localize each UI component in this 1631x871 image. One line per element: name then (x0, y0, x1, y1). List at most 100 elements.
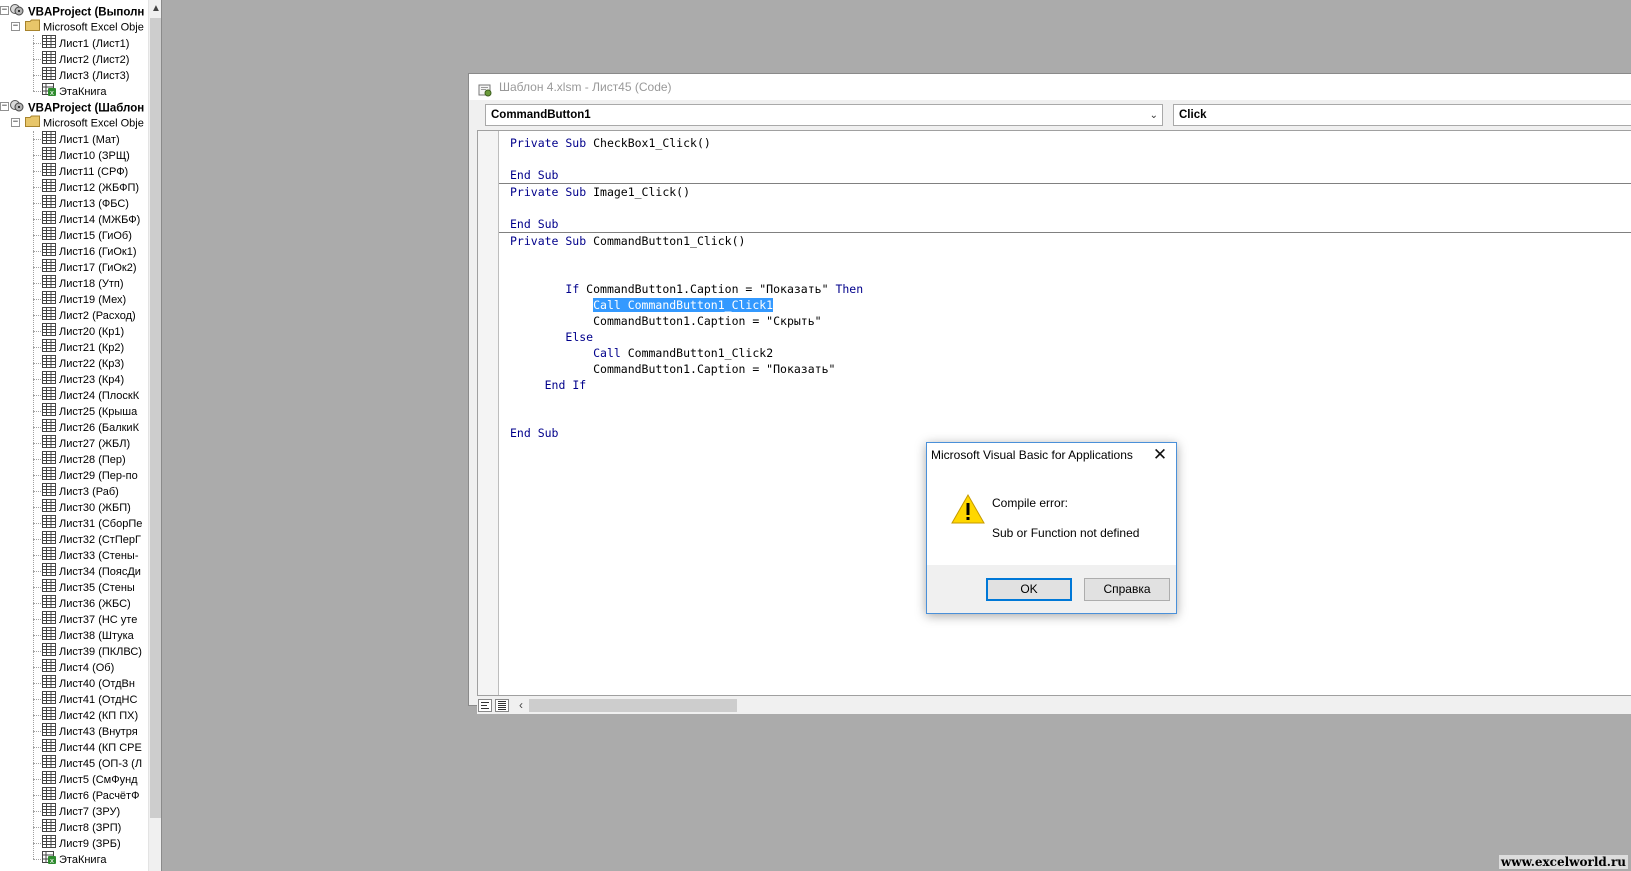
code-line[interactable] (510, 265, 1631, 281)
tree-item[interactable]: Лист24 (ПлоскК (42, 387, 148, 403)
warning-icon (951, 493, 985, 528)
tree-item[interactable]: Лист19 (Мех) (42, 291, 148, 307)
code-window-titlebar[interactable]: Шаблон 4.xlsm - Лист45 (Code) (469, 74, 1631, 100)
tree-item[interactable]: Лист37 (НС уте (42, 611, 148, 627)
tree-item-label: Лист30 (ЖБП) (59, 501, 131, 514)
code-line[interactable]: Call CommandButton1_Click1 (510, 297, 1631, 313)
tree-item-label: Лист35 (Стены (59, 581, 135, 594)
tree-item[interactable]: Лист5 (СмФунд (42, 771, 148, 787)
folder-expander-icon[interactable]: − (11, 22, 20, 31)
ok-button[interactable]: OK (986, 578, 1072, 601)
full-module-view-icon[interactable] (495, 699, 509, 712)
tree-item[interactable]: Лист42 (КП ПХ) (42, 707, 148, 723)
worksheet-icon (42, 291, 56, 307)
code-line[interactable]: Private Sub CommandButton1_Click() (510, 233, 1631, 249)
code-line[interactable]: Call CommandButton1_Click2 (510, 345, 1631, 361)
tree-item[interactable]: Лист1 (Мат) (42, 131, 148, 147)
worksheet-icon (42, 579, 56, 595)
tree-item[interactable]: Лист43 (Внутря (42, 723, 148, 739)
tree-item[interactable]: x ЭтаКнига (42, 83, 148, 99)
tree-item[interactable]: Лист2 (Расход) (42, 307, 148, 323)
code-line[interactable] (510, 409, 1631, 425)
code-line[interactable] (510, 393, 1631, 409)
tree-item[interactable]: Лист6 (РасчётФ (42, 787, 148, 803)
tree-item[interactable]: Лист44 (КП СРЕ (42, 739, 148, 755)
tree-item[interactable]: Лист7 (ЗРУ) (42, 803, 148, 819)
code-line[interactable] (510, 151, 1631, 167)
tree-item[interactable]: Лист20 (Кр1) (42, 323, 148, 339)
code-line[interactable]: End Sub (510, 425, 1631, 441)
tree-item[interactable]: Лист40 (ОтдВн (42, 675, 148, 691)
tree-scroll-thumb[interactable] (150, 18, 161, 818)
tree-item[interactable]: Лист12 (ЖБФП) (42, 179, 148, 195)
tree-item[interactable]: Лист30 (ЖБП) (42, 499, 148, 515)
procedure-view-icon[interactable] (478, 699, 492, 712)
tree-item[interactable]: Лист18 (Утп) (42, 275, 148, 291)
tree-item[interactable]: Лист29 (Пер-по (42, 467, 148, 483)
tree-item[interactable]: Лист23 (Кр4) (42, 371, 148, 387)
tree-item[interactable]: Лист36 (ЖБС) (42, 595, 148, 611)
tree-item[interactable]: Лист35 (Стены (42, 579, 148, 595)
tree-item[interactable]: Лист14 (МЖБФ) (42, 211, 148, 227)
procedure-dropdown[interactable]: Click (1173, 104, 1631, 126)
help-button[interactable]: Справка (1084, 578, 1170, 601)
tree-item[interactable]: Лист28 (Пер) (42, 451, 148, 467)
code-line[interactable]: End If (510, 377, 1631, 393)
tree-item[interactable]: Лист32 (СтПерГ (42, 531, 148, 547)
tree-item[interactable]: Лист21 (Кр2) (42, 339, 148, 355)
tree-item[interactable]: Лист15 (ГиОб) (42, 227, 148, 243)
code-line[interactable] (510, 200, 1631, 216)
tree-item[interactable]: Лист34 (ПоясДи (42, 563, 148, 579)
code-line[interactable] (510, 249, 1631, 265)
tree-item[interactable]: Лист26 (БалкиК (42, 419, 148, 435)
tree-item[interactable]: Лист16 (ГиОк1) (42, 243, 148, 259)
tree-item[interactable]: Лист17 (ГиОк2) (42, 259, 148, 275)
code-line[interactable]: CommandButton1.Caption = "Скрыть" (510, 313, 1631, 329)
tree-item[interactable]: Лист3 (Раб) (42, 483, 148, 499)
tree-item[interactable]: Лист38 (Штука (42, 627, 148, 643)
chevron-down-icon[interactable]: ⌄ (1150, 106, 1158, 126)
tree-item[interactable]: Лист39 (ПКЛВС) (42, 643, 148, 659)
breakpoint-margin[interactable] (478, 131, 499, 695)
tree-item[interactable]: Лист11 (СРФ) (42, 163, 148, 179)
tree-item[interactable]: Лист22 (Кр3) (42, 355, 148, 371)
project-node[interactable]: VBAProject (Выполн (9, 3, 148, 19)
tree-scrollbar[interactable]: ▲ (148, 0, 161, 871)
tree-item-label: Лист27 (ЖБЛ) (59, 437, 131, 450)
tree-item[interactable]: Лист9 (ЗРБ) (42, 835, 148, 851)
tree-item[interactable]: Лист41 (ОтдНС (42, 691, 148, 707)
scroll-left-arrow-icon[interactable]: ‹ (515, 697, 527, 714)
tree-item[interactable]: Лист25 (Крыша (42, 403, 148, 419)
scroll-up-arrow-icon[interactable]: ▲ (149, 0, 161, 17)
object-dropdown[interactable]: CommandButton1 ⌄ (485, 104, 1163, 126)
folder-expander-icon[interactable]: − (11, 118, 20, 127)
project-expander-icon[interactable]: − (0, 102, 9, 111)
code-line[interactable]: If CommandButton1.Caption = "Показать" T… (510, 281, 1631, 297)
code-line[interactable]: CommandButton1.Caption = "Показать" (510, 361, 1631, 377)
tree-item[interactable]: Лист45 (ОП-3 (Л (42, 755, 148, 771)
hscroll-thumb[interactable] (529, 699, 737, 712)
tree-item[interactable]: Лист13 (ФБС) (42, 195, 148, 211)
tree-item[interactable]: Лист27 (ЖБЛ) (42, 435, 148, 451)
code-line[interactable]: End Sub (510, 216, 1631, 232)
tree-connector (33, 203, 41, 204)
tree-item[interactable]: Лист31 (СборПе (42, 515, 148, 531)
folder-node[interactable]: Microsoft Excel Obje (25, 19, 148, 35)
tree-item[interactable]: x ЭтаКнига (42, 851, 148, 867)
folder-node[interactable]: Microsoft Excel Obje (25, 115, 148, 131)
tree-item[interactable]: Лист8 (ЗРП) (42, 819, 148, 835)
horizontal-scrollbar[interactable]: ‹ (477, 697, 1631, 714)
tree-item[interactable]: Лист33 (Стены- (42, 547, 148, 563)
tree-item[interactable]: Лист3 (Лист3) (42, 67, 148, 83)
tree-item[interactable]: Лист2 (Лист2) (42, 51, 148, 67)
tree-item[interactable]: Лист4 (Об) (42, 659, 148, 675)
tree-item[interactable]: Лист10 (ЗРЩ) (42, 147, 148, 163)
project-node[interactable]: VBAProject (Шаблон (9, 99, 148, 115)
code-line[interactable]: Private Sub CheckBox1_Click() (510, 135, 1631, 151)
code-line[interactable]: Else (510, 329, 1631, 345)
tree-item[interactable]: Лист1 (Лист1) (42, 35, 148, 51)
close-icon[interactable]: ✕ (1149, 445, 1171, 465)
code-line[interactable]: Private Sub Image1_Click() (510, 184, 1631, 200)
project-expander-icon[interactable]: − (0, 6, 9, 15)
code-line[interactable]: End Sub (510, 167, 1631, 183)
